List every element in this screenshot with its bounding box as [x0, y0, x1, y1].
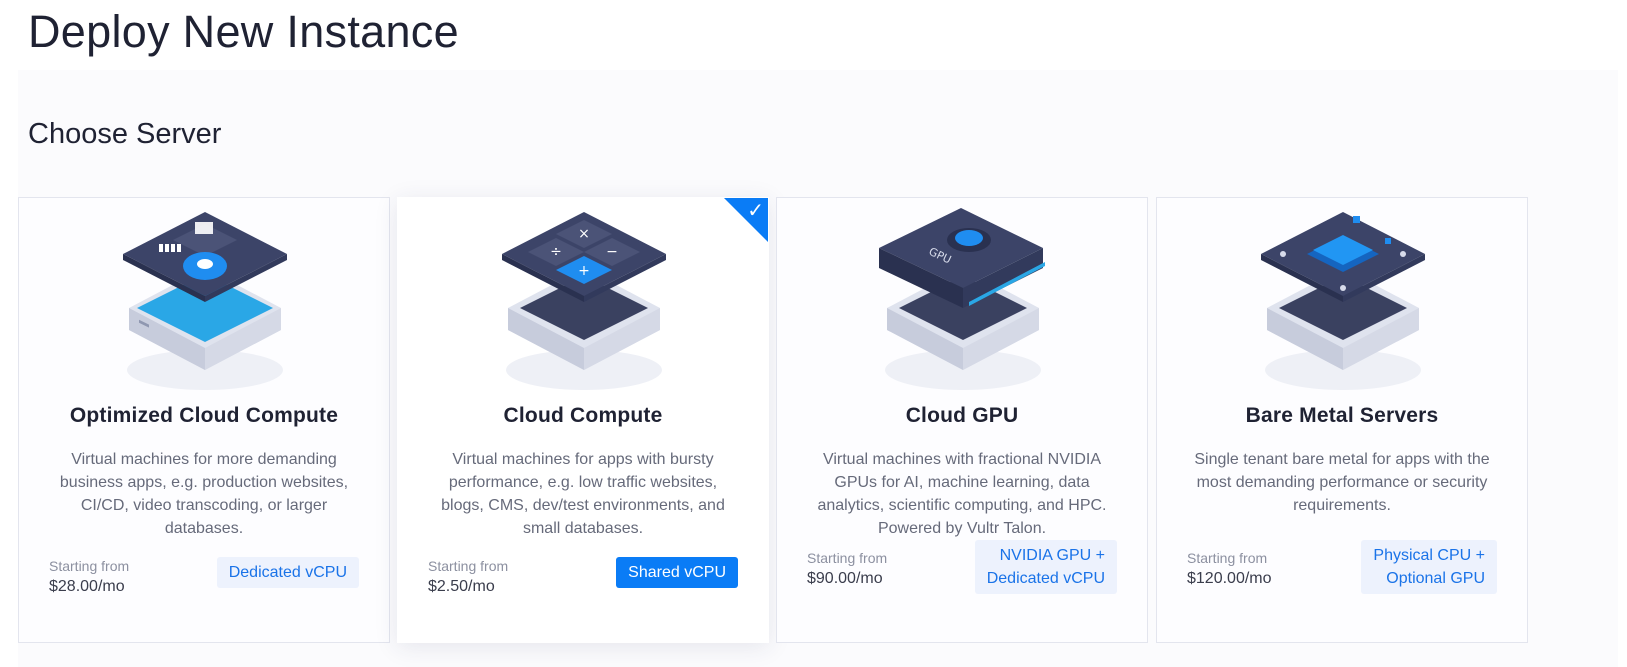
section-title: Choose Server — [28, 118, 222, 150]
calculator-server-icon: × ÷ − + — [502, 212, 666, 390]
price-value: $120.00/mo — [1187, 570, 1272, 587]
svg-text:×: × — [578, 226, 590, 242]
badge-line-2: Dedicated vCPU — [986, 570, 1105, 587]
card-title: Cloud Compute — [503, 404, 663, 427]
card-description: Single tenant bare metal for apps with t… — [1194, 451, 1490, 514]
svg-text:+: + — [578, 263, 590, 279]
server-card-bare-metal[interactable]: Bare Metal Servers Single tenant bare me… — [1156, 197, 1528, 643]
server-card-cloud-compute[interactable]: ✓ × ÷ − + Cloud Compute Virtual machines… — [397, 197, 769, 643]
card-description: Virtual machines with fractional NVIDIA … — [817, 451, 1107, 537]
cpu-type-badge: NVIDIA GPU + Dedicated vCPU — [974, 540, 1117, 594]
price-block: Starting from $28.00/mo — [49, 556, 129, 598]
price-block: Starting from $90.00/mo — [807, 548, 887, 590]
card-title: Cloud GPU — [905, 404, 1019, 427]
chip-cloud-server-icon — [123, 212, 287, 390]
price-block: Starting from $120.00/mo — [1187, 548, 1272, 590]
cpu-board-server-icon — [1261, 212, 1425, 390]
card-title: Bare Metal Servers — [1245, 404, 1439, 427]
starting-from-label: Starting from — [49, 558, 130, 574]
server-card-optimized-cloud-compute[interactable]: Optimized Cloud Compute Virtual machines… — [18, 197, 390, 643]
price-value: $90.00/mo — [807, 570, 883, 587]
gpu-card-server-icon: GPU — [879, 208, 1045, 390]
svg-text:÷: ÷ — [550, 244, 562, 260]
cpu-type-badge: Physical CPU + Optional GPU — [1361, 540, 1497, 594]
card-description: Virtual machines for apps with bursty pe… — [441, 451, 725, 537]
badge-line-1: Dedicated vCPU — [228, 564, 347, 581]
badge-line-1: NVIDIA GPU + — [999, 547, 1105, 564]
badge-line-1: Shared vCPU — [628, 564, 726, 581]
cpu-type-badge: Dedicated vCPU — [216, 557, 359, 588]
card-title: Optimized Cloud Compute — [69, 404, 339, 427]
starting-from-label: Starting from — [1187, 550, 1268, 566]
price-value: $28.00/mo — [49, 578, 125, 595]
price-block: Starting from $2.50/mo — [428, 556, 508, 598]
svg-text:−: − — [606, 244, 618, 260]
price-value: $2.50/mo — [428, 578, 495, 595]
checkmark-icon: ✓ — [747, 200, 764, 222]
starting-from-label: Starting from — [807, 550, 888, 566]
badge-line-1: Physical CPU + — [1373, 547, 1485, 564]
server-card-cloud-gpu[interactable]: GPU Cloud GPU Virtual machines with frac… — [776, 197, 1148, 643]
starting-from-label: Starting from — [428, 558, 509, 574]
badge-line-2: Optional GPU — [1386, 570, 1485, 587]
cpu-type-badge: Shared vCPU — [616, 557, 738, 588]
page-title: Deploy New Instance — [28, 6, 459, 57]
card-description: Virtual machines for more demanding busi… — [59, 451, 349, 537]
